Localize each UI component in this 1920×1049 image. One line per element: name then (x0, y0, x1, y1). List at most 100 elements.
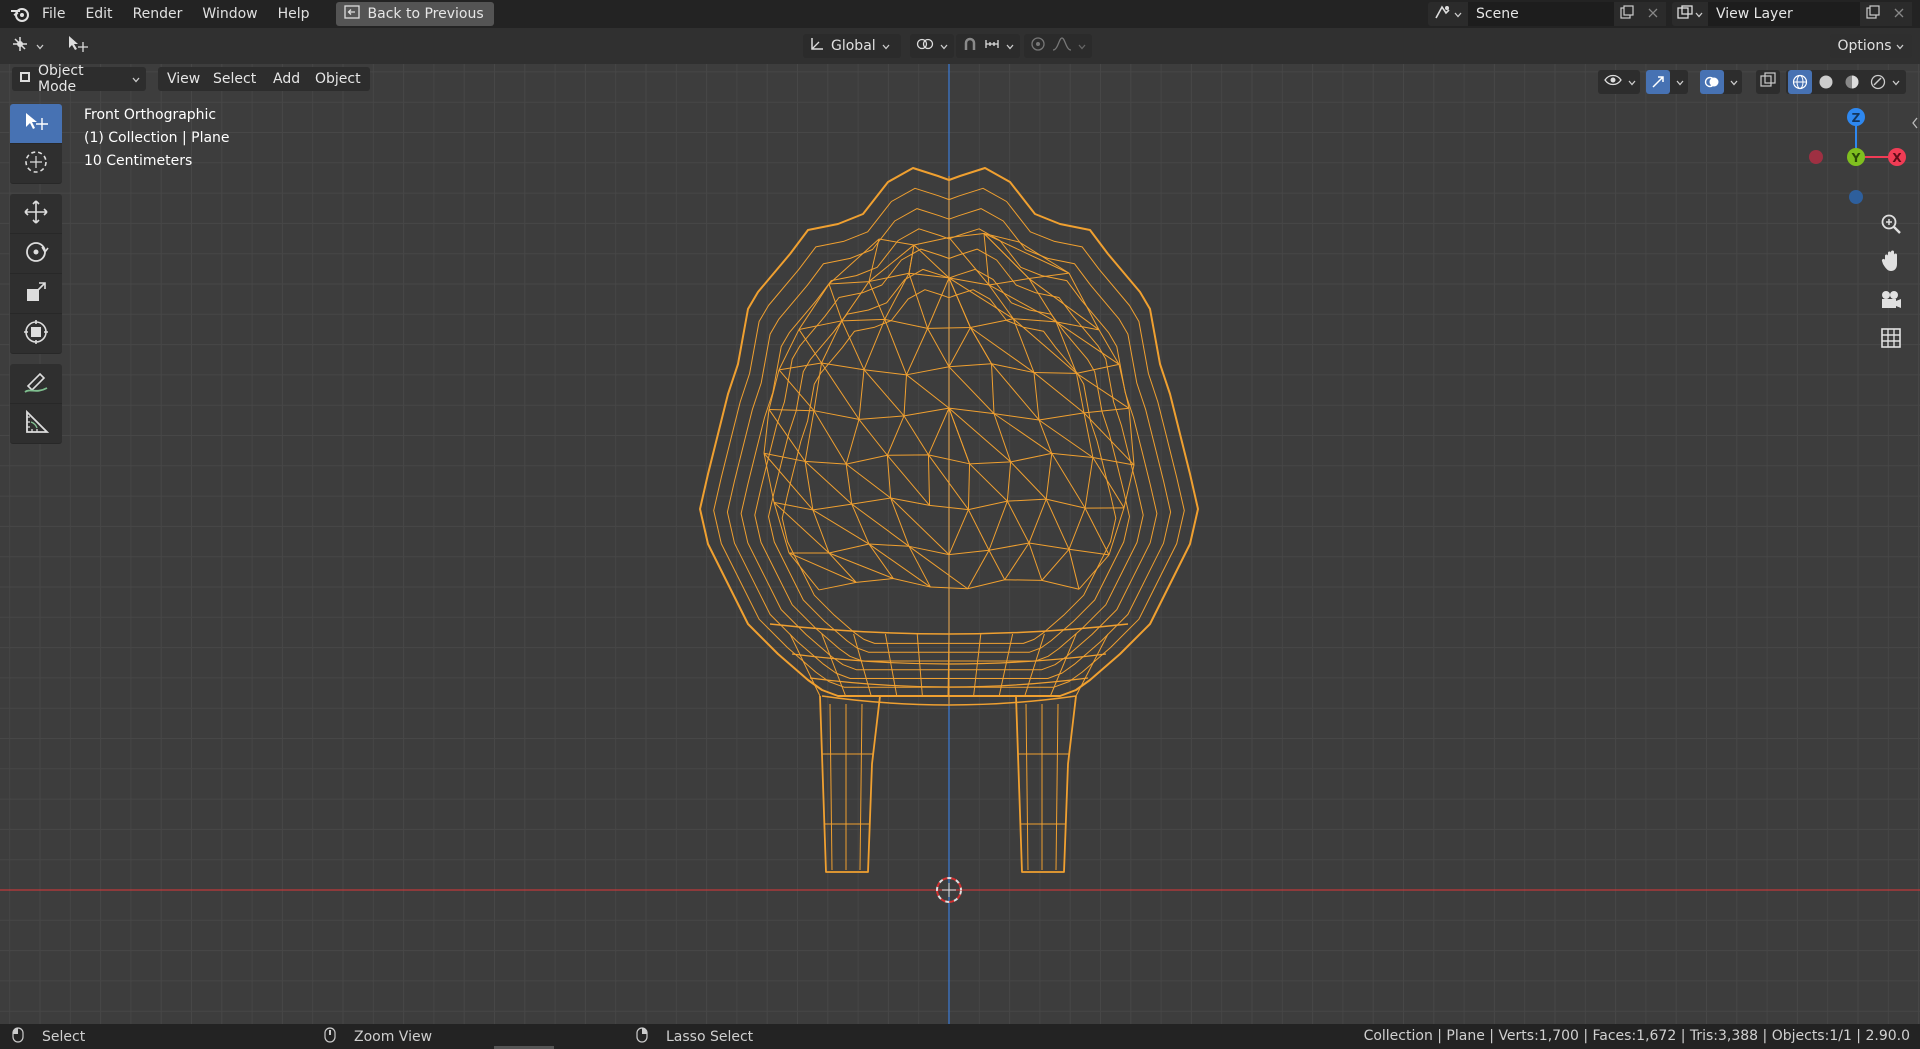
back-to-previous-button[interactable]: Back to Previous (335, 2, 494, 26)
neg-x-axis-dot (1809, 150, 1823, 164)
chair-wireframe[interactable] (0, 64, 1920, 1024)
object-mode-dropdown[interactable]: Object Mode (12, 63, 146, 95)
chevron-down-icon (1676, 74, 1684, 90)
orientation-label: Global (831, 38, 876, 54)
pivot-point-dropdown[interactable] (910, 34, 954, 58)
viewport-menu-select[interactable]: Select (204, 67, 266, 91)
navigation-gizmo[interactable]: Z Y X (1800, 100, 1920, 220)
scale-tool[interactable] (10, 274, 62, 314)
chevron-down-icon (36, 38, 44, 54)
scene-name-field[interactable]: Scene (1468, 2, 1614, 26)
viewport-menu-add[interactable]: Add (264, 67, 310, 91)
editor-type-button[interactable] (10, 34, 44, 58)
camera-icon (1879, 289, 1903, 315)
view-name-label: Front Orthographic (84, 107, 217, 123)
view-layer-browse-button[interactable] (1672, 2, 1708, 26)
neg-z-axis-dot (1849, 190, 1863, 204)
viewport-menu-object[interactable]: Object (306, 67, 370, 91)
gizmo-icon (1646, 70, 1670, 94)
chevron-down-icon (1730, 74, 1738, 90)
status-bar: Select Zoom View Lasso Select Collection… (0, 1024, 1920, 1049)
visibility-dropdown[interactable] (1598, 70, 1640, 94)
overlays-toggle[interactable] (1700, 70, 1742, 94)
move-tool[interactable] (10, 194, 62, 234)
menu-window[interactable]: Window (192, 0, 267, 28)
chevron-down-icon[interactable] (1892, 74, 1900, 90)
new-scene-button[interactable] (1614, 2, 1640, 26)
scene-browse-button[interactable] (1428, 2, 1468, 26)
z-axis-label: Z (1852, 111, 1861, 125)
scale-icon (22, 278, 50, 310)
status-right-mouse: Lasso Select (636, 1024, 753, 1049)
3d-viewport[interactable] (0, 64, 1920, 1024)
toggle-perspective-button[interactable] (1876, 325, 1906, 355)
menu-render[interactable]: Render (123, 0, 193, 28)
annotate-tool[interactable] (10, 364, 62, 404)
proportional-editing-dropdown[interactable] (1024, 34, 1092, 58)
active-collection-label: (1) Collection | Plane (84, 130, 230, 146)
middle-mouse-icon (324, 1026, 336, 1047)
toolshelf (10, 104, 62, 444)
transform-orientation-dropdown[interactable]: Global (803, 34, 901, 58)
left-mouse-label: Select (42, 1028, 86, 1045)
back-label: Back to Previous (367, 6, 484, 22)
overlays-icon (1700, 70, 1724, 94)
select-box-tool[interactable] (10, 104, 62, 144)
delete-scene-button[interactable] (1640, 2, 1666, 26)
camera-view-button[interactable] (1876, 287, 1906, 317)
scene-icon (1434, 4, 1452, 24)
options-dropdown[interactable]: Options (1829, 34, 1912, 58)
orientation-icon (809, 36, 825, 56)
falloff-curve-icon (1052, 36, 1072, 56)
magnet-icon (962, 36, 978, 56)
chevron-down-icon (1695, 6, 1703, 22)
cursor-tool[interactable] (10, 144, 62, 184)
xray-icon (1760, 72, 1776, 92)
x-axis-label: X (1892, 151, 1902, 165)
menu-file[interactable]: File (32, 0, 75, 28)
select-mode-button[interactable] (66, 34, 90, 58)
y-axis-label: Y (1851, 151, 1861, 165)
pivot-icon (916, 37, 934, 55)
rendered-shading-icon[interactable] (1866, 70, 1890, 94)
gizmos-toggle[interactable] (1646, 70, 1688, 94)
close-icon (1894, 6, 1904, 22)
mode-label: Object Mode (38, 63, 84, 95)
delete-view-layer-button[interactable] (1886, 2, 1912, 26)
middle-mouse-label: Zoom View (354, 1028, 433, 1045)
hand-icon (1880, 249, 1902, 277)
3d-cursor-icon (22, 148, 50, 180)
pan-view-button[interactable] (1876, 248, 1906, 278)
sidebar-toggle-chevron[interactable] (1910, 116, 1920, 130)
magnify-icon (1880, 213, 1902, 239)
new-view-layer-button[interactable] (1860, 2, 1886, 26)
grid-icon (1880, 327, 1902, 353)
rotate-tool[interactable] (10, 234, 62, 274)
menu-help[interactable]: Help (268, 0, 320, 28)
view-layer-name-field[interactable]: View Layer (1708, 2, 1860, 26)
snap-increment-icon (984, 36, 1000, 56)
transform-tool[interactable] (10, 314, 62, 354)
right-mouse-label: Lasso Select (666, 1028, 754, 1045)
solid-shading-icon[interactable] (1814, 70, 1838, 94)
snap-dropdown[interactable] (956, 34, 1020, 58)
scene-statistics: Collection | Plane | Verts:1,700 | Faces… (1363, 1028, 1910, 1044)
measure-tool[interactable] (10, 404, 62, 444)
viewport-header: Object Mode View Select Add Object (0, 63, 1920, 95)
copy-icon (1620, 5, 1634, 23)
viewport-menu-view[interactable]: View (158, 67, 210, 91)
wireframe-shading-icon[interactable] (1788, 70, 1812, 94)
blender-logo-icon[interactable] (8, 2, 32, 26)
scene-selector: Scene (1428, 2, 1666, 26)
back-icon (343, 5, 360, 23)
shading-mode-group (1786, 70, 1906, 94)
menu-edit[interactable]: Edit (75, 0, 122, 28)
material-shading-icon[interactable] (1840, 70, 1864, 94)
chevron-down-icon (132, 71, 140, 87)
options-label: Options (1837, 38, 1892, 54)
chevron-down-icon (1078, 38, 1086, 54)
xray-toggle[interactable] (1756, 70, 1780, 94)
measure-ruler-icon (22, 408, 50, 440)
status-left-mouse: Select (12, 1024, 85, 1049)
zoom-view-button[interactable] (1876, 211, 1906, 241)
